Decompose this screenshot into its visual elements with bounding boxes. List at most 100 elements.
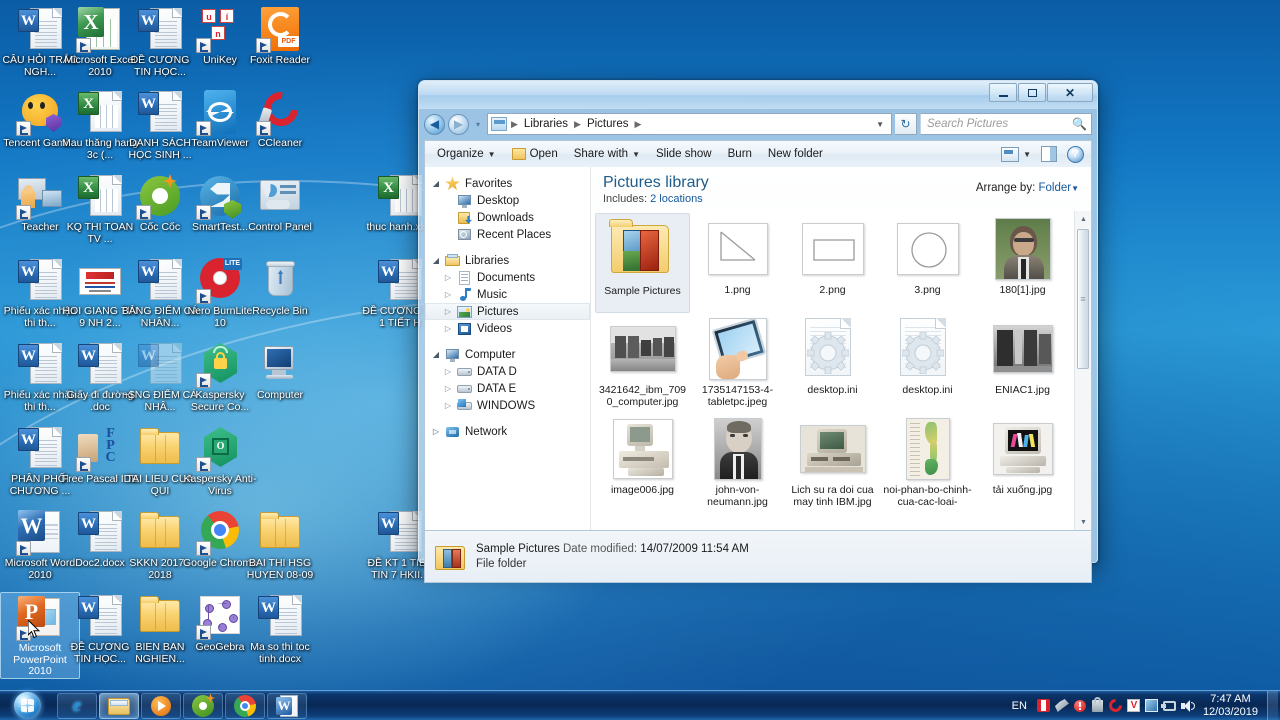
nav-group-header-computer[interactable]: ◢ Computer: [425, 346, 590, 363]
search-input[interactable]: Search Pictures 🔍: [920, 113, 1092, 135]
chevron-down-icon[interactable]: ▼: [1071, 184, 1079, 193]
address-bar[interactable]: ▶ Libraries ▶ Pictures ▶ ▼: [487, 113, 892, 135]
vcast-icon[interactable]: V: [1125, 698, 1143, 714]
nav-item-documents[interactable]: ▷ Documents: [425, 269, 590, 286]
ccleaner-icon[interactable]: [1106, 696, 1126, 715]
navigation-pane[interactable]: ◢ Favorites Desktop Downloads Recent Places ◢…: [425, 167, 591, 530]
taskbar-button-media-player[interactable]: [141, 692, 181, 719]
forward-button[interactable]: ▶: [448, 113, 469, 135]
nav-group-header-libraries[interactable]: ◢ Libraries: [425, 252, 590, 269]
file-item[interactable]: john-von-neumann.jpg: [690, 413, 785, 513]
file-item[interactable]: 1.png: [690, 213, 785, 313]
twisty-icon[interactable]: ◢: [431, 256, 441, 265]
refresh-button[interactable]: ↻: [895, 113, 917, 135]
twisty-icon[interactable]: ▷: [431, 427, 441, 436]
file-item[interactable]: 2.png: [785, 213, 880, 313]
breadcrumb-pictures[interactable]: Pictures: [584, 116, 632, 132]
file-item[interactable]: noi-phan-bo-chinh-cua-cac-loai-: [880, 413, 975, 513]
display-icon[interactable]: [1143, 698, 1161, 714]
nav-item-downloads[interactable]: Downloads: [425, 209, 590, 226]
nav-item-data-e[interactable]: ▷ DATA E: [425, 380, 590, 397]
nav-item-music[interactable]: ▷ Music: [425, 286, 590, 303]
maximize-button[interactable]: [1018, 83, 1046, 102]
file-item[interactable]: desktop.ini: [785, 313, 880, 413]
vertical-scrollbar[interactable]: ▲ ▼: [1074, 211, 1091, 530]
twisty-icon[interactable]: ▷: [443, 324, 453, 333]
nav-item-recent-places[interactable]: Recent Places: [425, 226, 590, 243]
twisty-icon[interactable]: ▷: [443, 384, 453, 393]
nav-item-desktop[interactable]: Desktop: [425, 192, 590, 209]
desktop-icon[interactable]: BAI THI HSG HUYEN 08-09: [240, 508, 320, 581]
security-icon[interactable]: [1089, 696, 1107, 714]
file-item[interactable]: 3421642_ibm_7090_computer.jpg: [595, 313, 690, 413]
desktop-icon[interactable]: PDF Foxit Reader: [240, 5, 320, 67]
twisty-icon[interactable]: ▷: [443, 367, 453, 376]
desktop-icon[interactable]: Control Panel: [240, 172, 320, 234]
taskbar-button-google-chrome[interactable]: [225, 692, 265, 719]
nav-item-pictures[interactable]: ▷ Pictures: [425, 303, 590, 320]
desktop-icon[interactable]: Computer: [240, 340, 320, 402]
alert-icon[interactable]: [1071, 698, 1089, 714]
start-button[interactable]: [2, 691, 52, 720]
twisty-icon[interactable]: ▷: [443, 273, 453, 282]
file-item[interactable]: ENIAC1.jpg: [975, 313, 1070, 413]
open-button[interactable]: Open: [504, 144, 566, 164]
windows-explorer-window[interactable]: ✕ ◀ ▶ ▾ ▶ Libraries ▶ Pictures ▶ ▼ ↻ Sea…: [418, 80, 1098, 583]
breadcrumb-sep-0[interactable]: ▶: [510, 119, 519, 130]
breadcrumb-sep-2[interactable]: ▶: [634, 119, 643, 130]
scrollbar-thumb[interactable]: [1077, 229, 1089, 369]
taskbar[interactable]: e W EN V 7:47 AM 12/03/2019: [0, 690, 1280, 720]
file-item[interactable]: tải xuống.jpg: [975, 413, 1070, 513]
share-with-button[interactable]: Share with ▼: [566, 144, 648, 164]
new-folder-button[interactable]: New folder: [760, 144, 831, 164]
includes-locations-link[interactable]: 2 locations: [650, 193, 703, 205]
nav-item-videos[interactable]: ▷ Videos: [425, 320, 590, 337]
file-item[interactable]: 180[1].jpg: [975, 213, 1070, 313]
file-item[interactable]: desktop.ini: [880, 313, 975, 413]
taskbar-button-windows-explorer[interactable]: [99, 692, 139, 719]
volume-icon[interactable]: [1179, 698, 1197, 714]
scroll-down-button[interactable]: ▼: [1075, 514, 1091, 530]
minimize-button[interactable]: [989, 83, 1017, 102]
back-button[interactable]: ◀: [424, 113, 445, 135]
desktop-icon[interactable]: Recycle Bin: [240, 256, 320, 318]
desktop-icon[interactable]: W Ma so thi toc tinh.docx: [240, 592, 320, 665]
breadcrumb-sep-1[interactable]: ▶: [573, 119, 582, 130]
file-item[interactable]: image006.jpg: [595, 413, 690, 513]
file-item[interactable]: Sample Pictures: [595, 213, 690, 313]
arrange-by-value[interactable]: Folder: [1038, 182, 1071, 194]
satellite-icon[interactable]: [1053, 698, 1071, 714]
preview-pane-button[interactable]: [1036, 143, 1062, 165]
slide-show-button[interactable]: Slide show: [648, 144, 720, 164]
file-grid[interactable]: Sample Pictures 1.png 2.png 3.png 180[1].jpg…: [591, 211, 1074, 530]
organize-button[interactable]: Organize ▼: [429, 144, 504, 164]
twisty-icon[interactable]: ▷: [443, 290, 453, 299]
nav-group-header-network[interactable]: ▷ Network: [425, 423, 590, 440]
file-item[interactable]: 1735147153-4-tabletpc.jpeg: [690, 313, 785, 413]
window-titlebar[interactable]: ✕: [419, 81, 1097, 109]
file-item[interactable]: Lich su ra doi cua may tinh IBM.jpg: [785, 413, 880, 513]
unikey-icon[interactable]: [1035, 698, 1053, 714]
taskbar-button-internet-explorer[interactable]: e: [57, 692, 97, 719]
twisty-icon[interactable]: ◢: [431, 350, 441, 359]
desktop-icon[interactable]: CCleaner: [240, 85, 320, 150]
taskbar-button-coccoc-browser[interactable]: [183, 692, 223, 719]
taskbar-button-microsoft-word[interactable]: W: [267, 692, 307, 719]
nav-group-header-favorites[interactable]: ◢ Favorites: [425, 175, 590, 192]
desktop-icon[interactable]: O Kaspersky Anti-Virus: [180, 424, 260, 497]
network-icon[interactable]: [1161, 698, 1179, 714]
scroll-up-button[interactable]: ▲: [1075, 211, 1091, 227]
help-button[interactable]: ?: [1064, 143, 1087, 166]
clock[interactable]: 7:47 AM 12/03/2019: [1197, 693, 1267, 719]
twisty-icon[interactable]: ▷: [443, 307, 453, 316]
language-indicator[interactable]: EN: [1004, 700, 1035, 712]
twisty-icon[interactable]: ◢: [431, 179, 441, 188]
nav-item-windows[interactable]: ▷ WINDOWS: [425, 397, 590, 414]
address-dropdown-icon[interactable]: ▼: [871, 120, 889, 129]
twisty-icon[interactable]: ▷: [443, 401, 453, 410]
content-pane[interactable]: Pictures library Includes: 2 locations A…: [591, 167, 1091, 530]
nav-item-data-d[interactable]: ▷ DATA D: [425, 363, 590, 380]
file-item[interactable]: 3.png: [880, 213, 975, 313]
burn-button[interactable]: Burn: [720, 144, 760, 164]
breadcrumb-libraries[interactable]: Libraries: [521, 116, 571, 132]
